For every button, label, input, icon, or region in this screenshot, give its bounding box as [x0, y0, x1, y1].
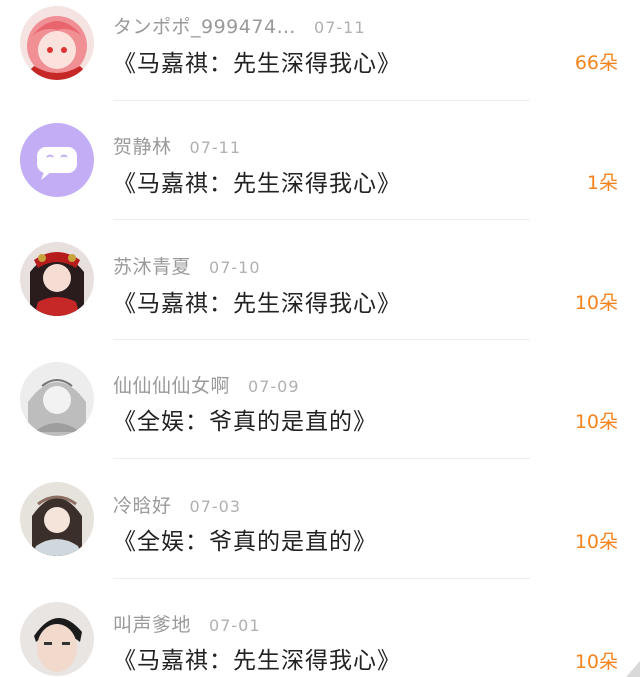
divider: [113, 219, 530, 220]
book-title[interactable]: 《马嘉祺：先生深得我心》: [113, 641, 401, 675]
book-title[interactable]: 《马嘉祺：先生深得我心》: [113, 284, 401, 318]
default-chat-avatar-icon: [20, 123, 94, 197]
date-label: 07-09: [248, 377, 300, 396]
book-title[interactable]: 《全娱：爷真的是直的》: [113, 402, 377, 436]
list-item[interactable]: 苏沐青夏 07-10 《马嘉祺：先生深得我心》 10朵: [0, 239, 640, 359]
gift-amount: 10朵: [574, 411, 618, 433]
book-title[interactable]: 《全娱：爷真的是直的》: [113, 522, 377, 556]
date-label: 07-03: [189, 497, 242, 516]
avatar[interactable]: [20, 123, 94, 197]
gift-amount: 1朵: [586, 172, 618, 194]
avatar[interactable]: [20, 602, 94, 676]
list-item[interactable]: 叫声爹地 07-01 《马嘉祺：先生深得我心》 10朵: [0, 597, 640, 677]
user-name[interactable]: 仙仙仙仙女啊: [113, 375, 230, 397]
divider: [113, 458, 530, 459]
costume-girl-avatar-icon: [20, 242, 94, 316]
book-title[interactable]: 《马嘉祺：先生深得我心》: [113, 164, 401, 198]
scroll-corner-icon: [626, 661, 640, 677]
divider: [113, 339, 530, 340]
gift-amount: 10朵: [574, 531, 618, 553]
gift-amount: 10朵: [574, 292, 618, 314]
divider: [113, 100, 530, 101]
user-name[interactable]: 冷晗好: [113, 495, 172, 517]
gift-amount: 66朵: [574, 52, 618, 74]
avatar[interactable]: [20, 482, 94, 556]
list-item[interactable]: 冷晗好 07-03 《全娱：爷真的是直的》 10朵: [0, 478, 640, 598]
user-name[interactable]: 苏沐青夏: [113, 256, 191, 278]
list-item[interactable]: 贺静林 07-11 《马嘉祺：先生深得我心》 1朵: [0, 119, 640, 239]
date-label: 07-01: [209, 616, 261, 635]
list-item[interactable]: タンポポ_999474… 07-11 《马嘉祺：先生深得我心》 66朵: [0, 0, 640, 120]
ancient-beauty-avatar-icon: [20, 482, 94, 556]
book-title[interactable]: 《马嘉祺：先生深得我心》: [113, 44, 401, 78]
pink-anime-avatar-icon: [20, 6, 94, 80]
sketch-portrait-avatar-icon: [20, 362, 94, 436]
boy-photo-avatar-icon: [20, 602, 94, 676]
gift-amount: 10朵: [574, 651, 618, 673]
avatar[interactable]: [20, 6, 94, 80]
date-label: 07-11: [314, 18, 366, 37]
gift-record-list: タンポポ_999474… 07-11 《马嘉祺：先生深得我心》 66朵 贺静林 07…: [0, 0, 640, 677]
avatar[interactable]: [20, 242, 94, 316]
user-name[interactable]: タンポポ_999474…: [113, 16, 296, 38]
date-label: 07-11: [189, 138, 242, 157]
user-name[interactable]: 贺静林: [113, 136, 172, 158]
divider: [113, 578, 530, 579]
list-item[interactable]: 仙仙仙仙女啊 07-09 《全娱：爷真的是直的》 10朵: [0, 358, 640, 478]
date-label: 07-10: [209, 258, 261, 277]
user-name[interactable]: 叫声爹地: [113, 614, 191, 636]
avatar[interactable]: [20, 362, 94, 436]
